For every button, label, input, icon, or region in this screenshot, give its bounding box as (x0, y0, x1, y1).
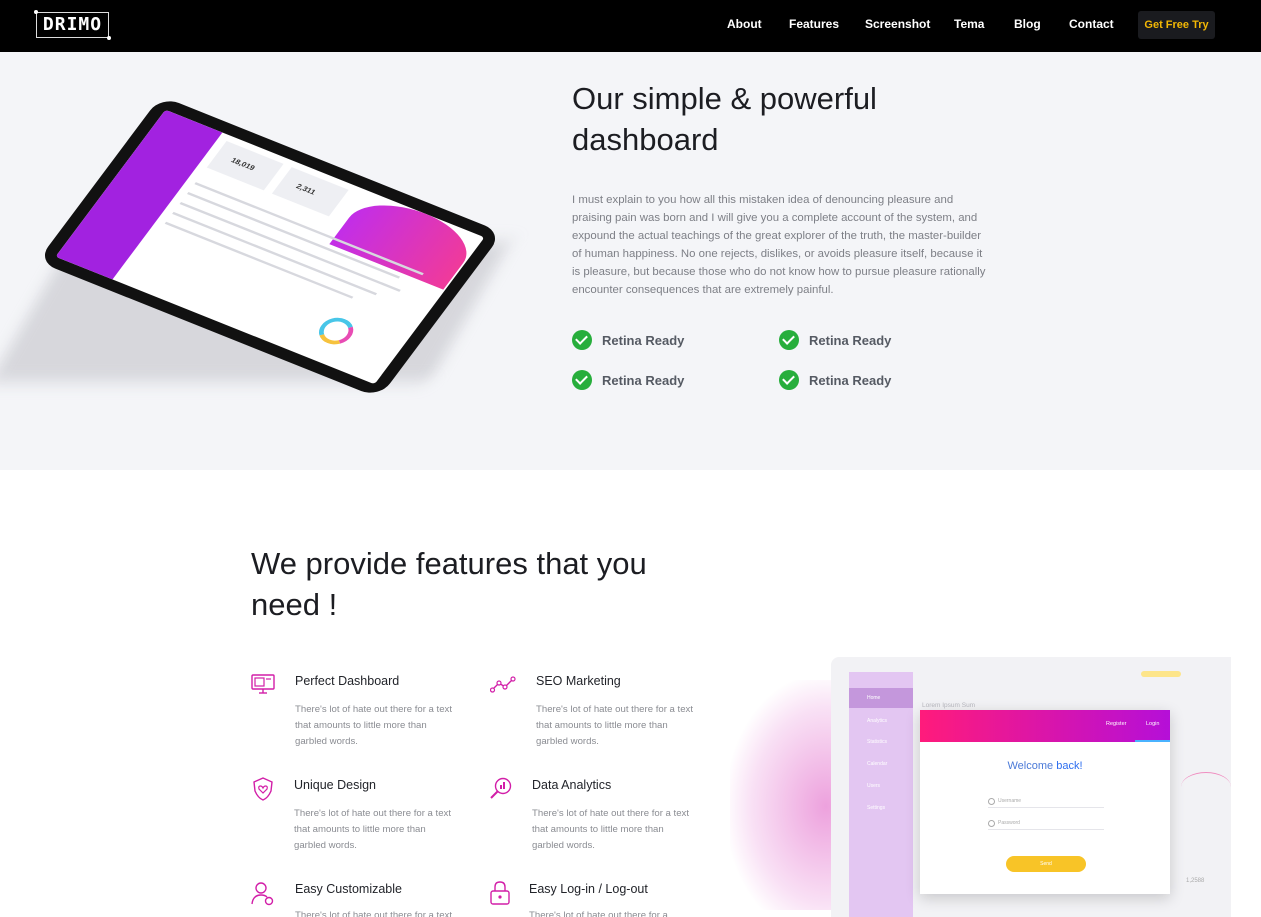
tab-register[interactable]: Register (1106, 721, 1126, 727)
tablet-stat-card: 18,019 (206, 141, 284, 191)
nav-link-features[interactable]: Features (789, 17, 839, 31)
feature-title: Easy Customizable (295, 882, 402, 896)
tablet-stat-value: 18,019 (229, 156, 257, 172)
feature-description: There's lot of hate out there for a (529, 910, 668, 917)
laptop-sidebar-item: Analytics (867, 718, 888, 724)
feature-check-item: Retina Ready (779, 330, 891, 350)
features-title: We provide features that you need ! (251, 546, 647, 622)
nav-link-tema[interactable]: Tema (954, 17, 984, 31)
feature-check-item: Retina Ready (572, 370, 684, 390)
padlock-icon (490, 881, 510, 905)
feature-check-label: Retina Ready (602, 332, 685, 348)
laptop-chart-line (1181, 772, 1231, 802)
tab-login[interactable]: Login (1146, 721, 1159, 727)
feature-check-item: Retina Ready (572, 330, 684, 350)
laptop-sidebar: Home Analytics Statistics Calendar Users… (849, 672, 913, 917)
dashboard-title: Our simple & powerful dashboard (572, 81, 877, 157)
feature-check-label: Retina Ready (602, 372, 685, 388)
nav-link-screenshot[interactable]: Screenshot (865, 17, 930, 31)
feature-description: There's lot of hate out there for a text… (536, 704, 694, 747)
nav-link-about[interactable]: About (727, 17, 762, 31)
login-modal-header: Register Login (920, 710, 1170, 742)
nav-link-blog[interactable]: Blog (1014, 17, 1041, 31)
laptop-notification-pill (1141, 671, 1181, 677)
nav-menu: About Features Screenshot Tema Blog Cont… (0, 0, 1261, 52)
feature-description: There's lot of hate out there for a text… (295, 704, 453, 747)
tablet-stat-card: 2,311 (271, 167, 349, 217)
laptop-stat-number: 1,2588 (1186, 878, 1205, 884)
get-free-try-button[interactable]: Get Free Try (1138, 11, 1215, 39)
welcome-emphasis: back! (1056, 760, 1083, 772)
shield-heart-icon (253, 777, 273, 801)
laptop-sidebar-item: Users (867, 783, 881, 789)
tablet-mockup: 18,019 2,311 (0, 82, 520, 412)
dashboard-description: I must explain to you how all this mista… (572, 194, 986, 296)
feature-title: Data Analytics (532, 778, 612, 792)
top-navbar: DRIMO About Features Screenshot Tema Blo… (0, 0, 1261, 52)
tablet-sidebar (55, 109, 223, 280)
welcome-label: Welcome (1007, 760, 1054, 772)
user-gear-icon (251, 882, 274, 906)
tablet-stat-value: 2,311 (294, 182, 318, 197)
feature-title: Unique Design (294, 778, 376, 792)
feature-title: SEO Marketing (536, 674, 621, 688)
send-button[interactable]: Send (1006, 856, 1086, 872)
welcome-text: Welcome back! (920, 760, 1170, 772)
feature-title: Perfect Dashboard (295, 674, 400, 688)
laptop-sidebar-item: Calendar (867, 761, 888, 767)
feature-description: There's lot of hate out there for a text (295, 910, 453, 917)
laptop-page-title: Lorem Ipsum Sum (922, 702, 976, 709)
magnifier-chart-icon (490, 777, 512, 799)
feature-check-label: Retina Ready (809, 372, 892, 388)
feature-check-label: Retina Ready (809, 332, 892, 348)
feature-description: There's lot of hate out there for a text… (294, 808, 452, 851)
laptop-sidebar-item: Settings (867, 805, 886, 811)
laptop-sidebar-item: Statistics (867, 739, 888, 745)
check-icon (779, 370, 799, 390)
active-tab-underline (1135, 740, 1170, 742)
laptop-sidebar-item: Home (867, 695, 881, 701)
check-icon (572, 370, 592, 390)
login-modal: Register Login Welcome back! Username Pa… (920, 710, 1170, 894)
feature-title: Easy Log-in / Log-out (529, 882, 648, 896)
password-field[interactable]: Password (988, 818, 1104, 830)
check-icon (572, 330, 592, 350)
tablet-donut-chart (312, 313, 360, 349)
monitor-dashboard-icon (251, 674, 275, 694)
feature-check-item: Retina Ready (779, 370, 891, 390)
tablet-chart-wave (329, 191, 483, 290)
username-field[interactable]: Username (988, 796, 1104, 808)
line-graph-icon (490, 676, 516, 693)
laptop-sidebar-active (849, 688, 913, 708)
feature-description: There's lot of hate out there for a text… (532, 808, 690, 851)
nav-link-contact[interactable]: Contact (1069, 17, 1114, 31)
check-icon (779, 330, 799, 350)
dashboard-section: 18,019 2,311 Our simple & powerful dashb… (0, 52, 1261, 470)
